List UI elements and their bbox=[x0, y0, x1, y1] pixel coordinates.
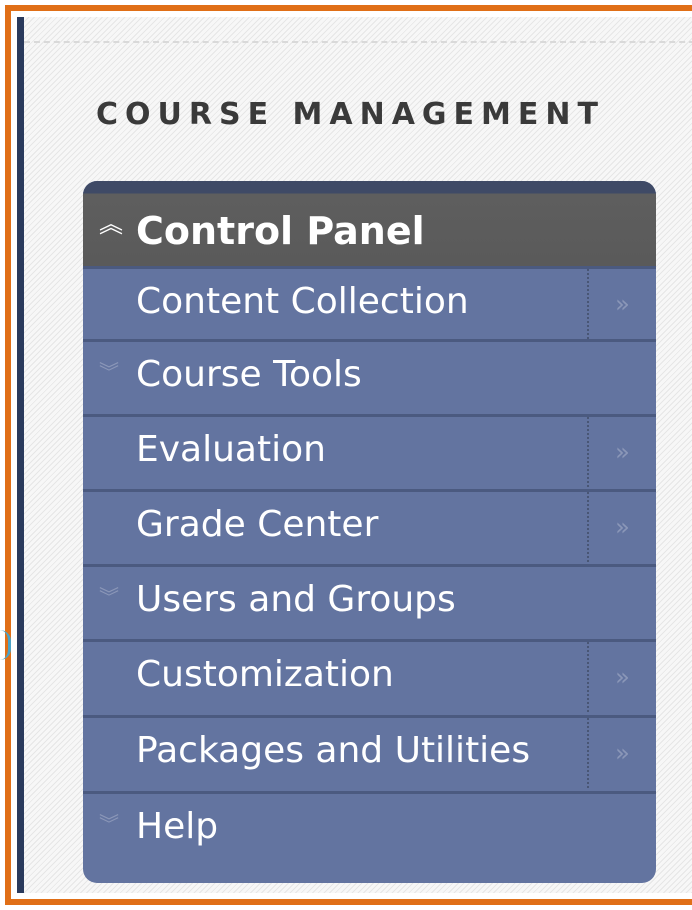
double-chevron-right-icon[interactable]: » bbox=[589, 492, 656, 562]
double-chevron-up-icon[interactable]: ︽ bbox=[99, 211, 125, 237]
top-divider bbox=[24, 41, 692, 43]
control-panel-menu: ︽ Control Panel Content Collection » ︾ C… bbox=[83, 181, 656, 883]
menu-item-course-tools[interactable]: ︾ Course Tools bbox=[83, 339, 656, 412]
section-title: COURSE MANAGEMENT bbox=[96, 97, 605, 132]
double-chevron-down-icon[interactable]: ︾ bbox=[99, 362, 119, 382]
double-chevron-right-icon[interactable]: » bbox=[589, 269, 656, 339]
menu-item-packages-and-utilities[interactable]: Packages and Utilities » bbox=[83, 715, 656, 788]
double-chevron-down-icon[interactable]: ︾ bbox=[99, 814, 119, 834]
menu-item-users-and-groups[interactable]: ︾ Users and Groups bbox=[83, 564, 656, 637]
course-management-frame: COURSE MANAGEMENT ︽ Control Panel Conten… bbox=[5, 5, 692, 905]
menu-item-label[interactable]: Customization bbox=[136, 654, 394, 695]
menu-item-help[interactable]: ︾ Help bbox=[83, 791, 656, 883]
menu-item-label[interactable]: Packages and Utilities bbox=[136, 730, 530, 771]
menu-item-grade-center[interactable]: Grade Center » bbox=[83, 489, 656, 562]
menu-item-label[interactable]: Grade Center bbox=[136, 504, 378, 545]
menu-item-label[interactable]: Evaluation bbox=[136, 429, 326, 470]
menu-item-label[interactable]: Help bbox=[136, 806, 218, 847]
menu-item-evaluation[interactable]: Evaluation » bbox=[83, 414, 656, 487]
control-panel-title[interactable]: Control Panel bbox=[136, 209, 425, 253]
control-panel-header[interactable]: ︽ Control Panel bbox=[83, 181, 656, 266]
menu-item-label[interactable]: Course Tools bbox=[136, 354, 362, 395]
double-chevron-right-icon[interactable]: » bbox=[589, 417, 656, 487]
double-chevron-right-icon[interactable]: » bbox=[589, 642, 656, 712]
double-chevron-down-icon[interactable]: ︾ bbox=[99, 587, 119, 607]
menu-item-customization[interactable]: Customization » bbox=[83, 639, 656, 712]
menu-item-content-collection[interactable]: Content Collection » bbox=[83, 266, 656, 339]
menu-item-label[interactable]: Content Collection bbox=[136, 281, 469, 322]
double-chevron-right-icon[interactable]: » bbox=[589, 718, 656, 788]
menu-item-label[interactable]: Users and Groups bbox=[136, 579, 456, 620]
